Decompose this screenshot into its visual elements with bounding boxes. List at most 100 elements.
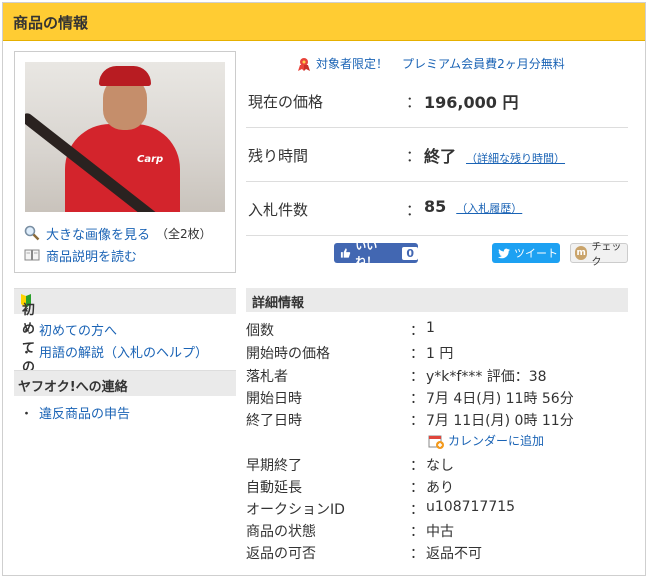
detail-colon: ： bbox=[410, 413, 424, 429]
detail-row: 開始日時 ： 7月 4日(月) 11時 56分 bbox=[246, 386, 628, 408]
detail-value: なし bbox=[426, 458, 454, 474]
book-icon bbox=[24, 249, 40, 261]
tweet-label: ツイート bbox=[514, 247, 558, 260]
detail-colon: ： bbox=[410, 346, 424, 362]
time-colon: ： bbox=[406, 147, 422, 165]
detail-value: あり bbox=[426, 480, 454, 496]
detail-value: 返品不可 bbox=[426, 546, 482, 562]
detail-colon: ： bbox=[410, 323, 424, 339]
detail-key: 終了日時 bbox=[246, 413, 302, 429]
detail-key: 商品の状態 bbox=[246, 524, 316, 540]
detail-value: 中古 bbox=[426, 524, 454, 540]
beginners-header: 初めての方 bbox=[14, 288, 236, 394]
tweet-button[interactable]: ツイート bbox=[492, 243, 560, 263]
sidebar-item-report[interactable]: ・違反商品の申告 bbox=[20, 403, 130, 422]
enlarge-row: 大きな画像を見る （全2枚） bbox=[24, 224, 212, 243]
contact-title: ヤフオク!への連絡 bbox=[18, 380, 128, 395]
detail-value: y*k*f*** 評価：38 bbox=[426, 369, 547, 385]
photo-cap bbox=[99, 66, 151, 86]
bullet: ・ bbox=[20, 407, 34, 422]
detail-key: 開始日時 bbox=[246, 391, 302, 407]
detail-row: オークションID ： u108717715 bbox=[246, 497, 628, 519]
premium-promo[interactable]: 対象者限定！ プレミアム会員費2ヶ月分無料 bbox=[296, 55, 565, 72]
photo-logo: Carp bbox=[137, 154, 164, 165]
detail-key: 早期終了 bbox=[246, 458, 302, 474]
like-count: 0 bbox=[402, 246, 418, 260]
detail-colon: ： bbox=[410, 524, 424, 540]
contact-header: ヤフオク!への連絡 bbox=[14, 370, 236, 396]
bid-count-row: 入札件数 ： 85 （入札履歴） bbox=[246, 182, 628, 236]
glossary-link[interactable]: 用語の解説（入札のヘルプ） bbox=[39, 346, 208, 361]
detail-colon: ： bbox=[410, 369, 424, 385]
detail-key: 自動延長 bbox=[246, 480, 302, 496]
detail-row: 個数 ： 1 bbox=[246, 318, 628, 340]
current-price-row: 現在の価格 ： 196,000 円 bbox=[246, 74, 628, 128]
price-value: 196,000 円 bbox=[424, 93, 519, 112]
detail-row: 自動延長 ： あり bbox=[246, 475, 628, 497]
check-button[interactable]: m チェック bbox=[570, 242, 628, 268]
magnifier-icon bbox=[24, 225, 40, 241]
detail-colon: ： bbox=[410, 546, 424, 562]
detail-row: 商品の状態 ： 中古 bbox=[246, 519, 628, 541]
promo-text[interactable]: プレミアム会員費2ヶ月分無料 bbox=[402, 55, 565, 72]
report-violation-link[interactable]: 違反商品の申告 bbox=[39, 407, 130, 422]
bids-colon: ： bbox=[406, 201, 422, 219]
detail-key: 返品の可否 bbox=[246, 546, 316, 562]
detail-value: 1 bbox=[426, 320, 435, 336]
detail-value: 7月 11日(月) 0時 11分 bbox=[426, 413, 574, 429]
beginners-title: 初めての方 bbox=[18, 294, 35, 394]
time-label: 残り時間 bbox=[248, 147, 309, 165]
description-row: 商品説明を読む bbox=[24, 246, 137, 265]
add-calendar-link[interactable]: カレンダーに追加 bbox=[448, 432, 544, 449]
section-header: 商品の情報 bbox=[3, 3, 645, 41]
detail-key: オークションID bbox=[246, 502, 345, 518]
detail-key: 個数 bbox=[246, 323, 274, 339]
check-label: チェック bbox=[591, 242, 622, 268]
thumbs-up-icon bbox=[340, 248, 351, 258]
ribbon-icon bbox=[298, 57, 310, 71]
read-description-link[interactable]: 商品説明を読む bbox=[46, 246, 137, 265]
price-label: 現在の価格 bbox=[248, 93, 324, 111]
time-value: 終了 bbox=[424, 147, 457, 166]
mixi-check-icon: m bbox=[575, 246, 588, 260]
bids-value-wrap: 85 （入札履歴） bbox=[424, 197, 522, 216]
detail-key: 開始時の価格 bbox=[246, 346, 330, 362]
item-photo[interactable]: Carp bbox=[25, 62, 225, 212]
detail-value: 7月 4日(月) 11時 56分 bbox=[426, 391, 574, 407]
price-colon: ： bbox=[406, 93, 422, 111]
detail-colon: ： bbox=[410, 391, 424, 407]
like-button[interactable]: いいね！ 0 bbox=[334, 239, 418, 268]
detail-row: 終了日時 ： 7月 11日(月) 0時 11分 bbox=[246, 408, 628, 430]
bullet: ・ bbox=[20, 324, 34, 339]
detail-row: 早期終了 ： なし bbox=[246, 453, 628, 475]
time-value-wrap: 終了 （詳細な残り時間） bbox=[424, 143, 565, 167]
bid-history-link[interactable]: （入札履歴） bbox=[456, 202, 522, 215]
details-header: 詳細情報 bbox=[246, 288, 628, 312]
detail-colon: ： bbox=[410, 502, 424, 518]
detail-value: 1 円 bbox=[426, 346, 454, 362]
add-calendar[interactable]: カレンダーに追加 bbox=[428, 432, 544, 449]
detail-row: 返品の可否 ： 返品不可 bbox=[246, 541, 628, 563]
image-count: （全2枚） bbox=[156, 226, 212, 241]
bids-value: 85 bbox=[424, 197, 447, 216]
time-detail-link[interactable]: （詳細な残り時間） bbox=[466, 152, 565, 165]
sidebar-item-glossary[interactable]: ・用語の解説（入札のヘルプ） bbox=[20, 342, 208, 361]
promo-label[interactable]: 対象者限定！ bbox=[316, 55, 388, 72]
detail-row: 開始時の価格 ： 1 円 bbox=[246, 341, 628, 363]
detail-colon: ： bbox=[410, 458, 424, 474]
detail-key: 落札者 bbox=[246, 369, 288, 385]
enlarge-image-link[interactable]: 大きな画像を見る bbox=[46, 224, 150, 243]
detail-colon: ： bbox=[410, 480, 424, 496]
details-title: 詳細情報 bbox=[252, 296, 305, 311]
remaining-time-row: 残り時間 ： 終了 （詳細な残り時間） bbox=[246, 128, 628, 182]
bids-label: 入札件数 bbox=[248, 201, 309, 219]
calendar-icon bbox=[428, 435, 444, 449]
section-title: 商品の情報 bbox=[13, 14, 89, 32]
bullet: ・ bbox=[20, 346, 34, 361]
detail-value: u108717715 bbox=[426, 499, 516, 515]
twitter-bird-icon bbox=[498, 248, 510, 258]
like-label: いいね！ bbox=[355, 239, 378, 268]
sidebar-item-beginners-guide[interactable]: ・初めての方へ bbox=[20, 320, 117, 339]
detail-row: 落札者 ： y*k*f*** 評価：38 bbox=[246, 364, 628, 386]
beginners-guide-link[interactable]: 初めての方へ bbox=[39, 324, 117, 339]
